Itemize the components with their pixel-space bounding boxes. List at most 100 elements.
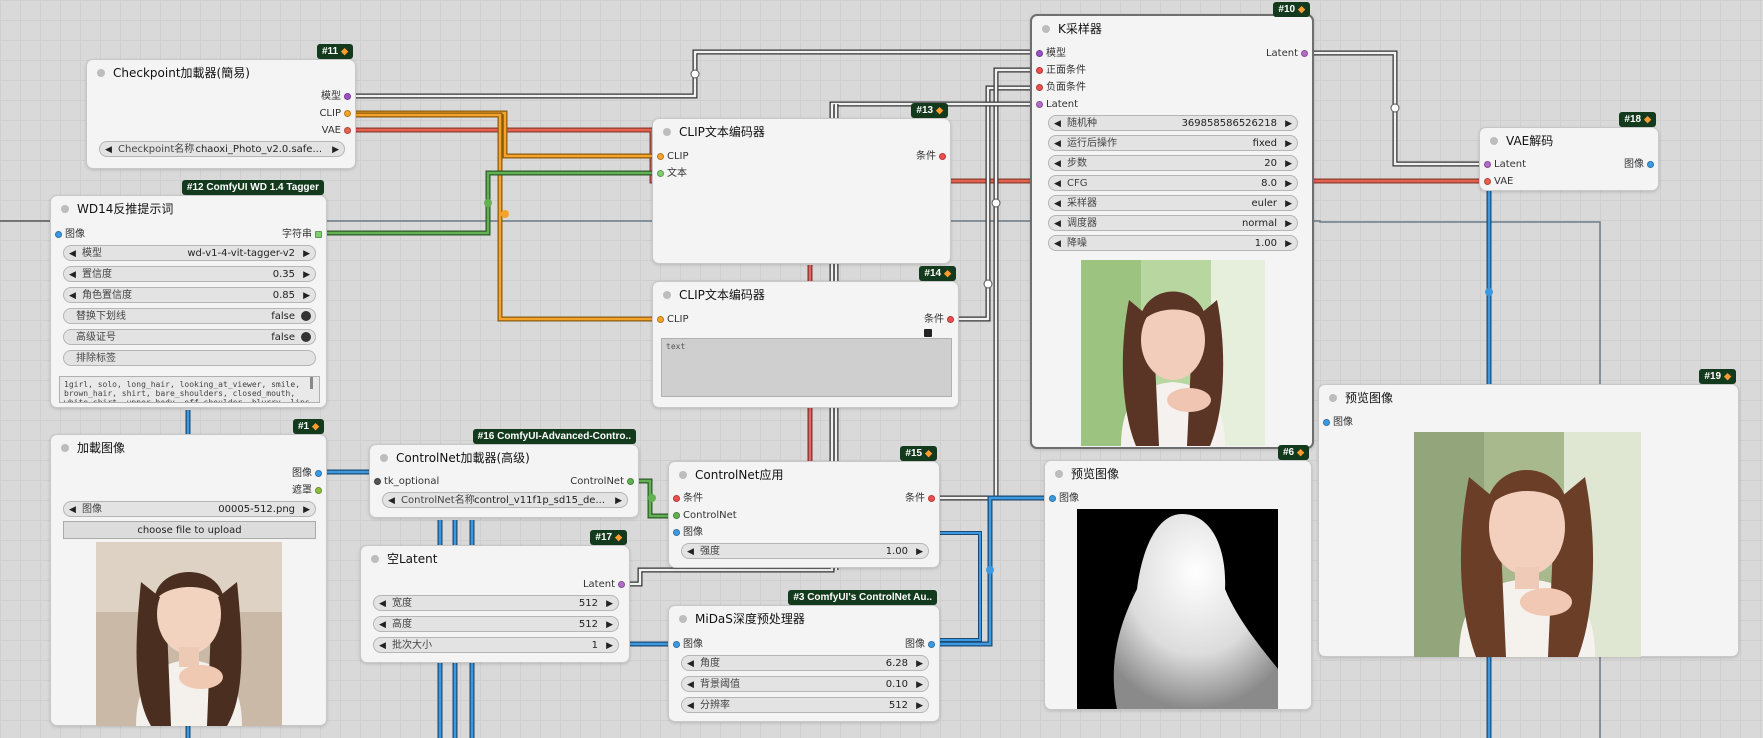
input-vae[interactable]: VAE <box>1480 175 1513 189</box>
output-string[interactable]: 字符串 <box>282 228 326 242</box>
input-tk-optional[interactable]: tk_optional <box>370 475 439 489</box>
input-image[interactable]: 图像 <box>1045 492 1079 506</box>
prompt-textarea[interactable]: text <box>661 338 952 397</box>
node-title[interactable]: 预览图像 <box>1045 461 1311 487</box>
node-title[interactable]: ControlNet加載器(高级) <box>370 445 638 471</box>
bg-threshold-number[interactable]: ◀ 背景阈值 0.10 ▶ <box>681 676 929 692</box>
widget-toggle-checkbox[interactable] <box>924 329 932 337</box>
arrow-left-icon: ◀ <box>1054 239 1061 249</box>
checkpoint-combo[interactable]: ◀ Checkpoint名称 chaoxi_Photo_v2.0.safe...… <box>99 141 345 157</box>
input-latent[interactable]: Latent <box>1032 98 1078 112</box>
output-image[interactable]: 图像 <box>292 467 326 481</box>
collapse-dot-icon <box>1329 394 1337 402</box>
slot-dot-icon <box>1301 50 1308 57</box>
wd14-tagger-node[interactable]: #12 ComfyUI WD 1.4 Tagger WD14反推提示词 图像 字… <box>50 180 327 408</box>
slot-dot-icon <box>947 316 954 323</box>
node-title[interactable]: 预览图像 <box>1319 385 1738 411</box>
input-image[interactable]: 图像 <box>1319 416 1353 430</box>
node-title[interactable]: 空Latent <box>361 546 629 572</box>
height-number[interactable]: ◀ 高度 512 ▶ <box>373 616 619 632</box>
input-conditioning[interactable]: 条件 <box>669 492 703 506</box>
node-title[interactable]: VAE解码 <box>1480 128 1658 154</box>
vae-decode-node[interactable]: #18 ◆ VAE解码 Latent VAE 图像 <box>1479 112 1659 191</box>
input-image[interactable]: 图像 <box>669 526 703 540</box>
output-clip[interactable]: CLIP <box>319 107 355 121</box>
ksampler-node[interactable]: #10 ◆ K采样器 模型 正面条件 负面条件 Latent Latent ◀ 随机… <box>1030 2 1314 449</box>
collapse-dot-icon <box>679 615 687 623</box>
output-model[interactable]: 模型 <box>321 90 355 104</box>
upload-button[interactable]: choose file to upload <box>63 521 316 539</box>
tags-output-text[interactable]: 1girl, solo, long_hair, looking_at_viewe… <box>59 376 320 403</box>
output-latent[interactable]: Latent <box>583 578 629 592</box>
midas-depth-node[interactable]: #3 ComfyUI's ControlNet Au.. MiDaS深度预处理器… <box>668 590 940 722</box>
input-controlnet[interactable]: ControlNet <box>669 509 737 523</box>
output-conditioning[interactable]: 条件 <box>905 492 939 506</box>
node-title[interactable]: CLIP文本编码器 <box>653 119 950 145</box>
cfg-number[interactable]: ◀ CFG 8.0 ▶ <box>1048 175 1298 191</box>
node-title[interactable]: K采样器 <box>1032 16 1312 42</box>
clip-text-encode-negative-node[interactable]: #14 ◆ CLIP文本编码器 CLIP 条件 text <box>652 266 959 408</box>
scheduler-combo[interactable]: ◀ 调度器 normal ▶ <box>1048 215 1298 231</box>
image-combo[interactable]: ◀ 图像 00005-512.png ▶ <box>63 501 316 517</box>
output-mask[interactable]: 遮罩 <box>292 484 326 498</box>
controlnet-combo[interactable]: ◀ ControlNet名称 control_v11f1p_sd15_de... ▶ <box>382 492 628 508</box>
node-title[interactable]: MiDaS深度预处理器 <box>669 606 939 632</box>
node-title[interactable]: WD14反推提示词 <box>51 196 326 222</box>
angle-number[interactable]: ◀ 角度 6.28 ▶ <box>681 655 929 671</box>
model-combo[interactable]: ◀ 模型 wd-v1-4-vit-tagger-v2 ▶ <box>63 245 316 261</box>
controlnet-loader-node[interactable]: #16 ComfyUI-Advanced-Contro.. ControlNet… <box>369 429 639 518</box>
output-controlnet[interactable]: ControlNet <box>570 475 638 489</box>
control-after-generate-combo[interactable]: ◀ 运行后操作 fixed ▶ <box>1048 135 1298 151</box>
replace-underscore-toggle[interactable]: 替换下划线 false <box>63 308 316 324</box>
output-vae[interactable]: VAE <box>322 124 355 138</box>
slot-dot-icon <box>928 641 935 648</box>
width-number[interactable]: ◀ 宽度 512 ▶ <box>373 595 619 611</box>
node-title[interactable]: 加載图像 <box>51 435 326 461</box>
input-image[interactable]: 图像 <box>669 638 703 652</box>
checkpoint-loader-node[interactable]: #11 ◆ Checkpoint加載器(簡易) 模型 CLIP VAE ◀ Che… <box>86 44 356 169</box>
scrollbar[interactable] <box>310 377 313 389</box>
seed-number[interactable]: ◀ 随机种 369858586526218 ▶ <box>1048 115 1298 131</box>
strength-number[interactable]: ◀ 强度 1.00 ▶ <box>681 543 929 559</box>
arrow-left-icon: ◀ <box>1054 179 1061 189</box>
character-threshold-number[interactable]: ◀ 角色置信度 0.85 ▶ <box>63 287 316 303</box>
denoise-number[interactable]: ◀ 降噪 1.00 ▶ <box>1048 235 1298 251</box>
collapse-dot-icon[interactable] <box>97 69 105 77</box>
input-latent[interactable]: Latent <box>1480 158 1526 172</box>
output-conditioning[interactable]: 条件 <box>924 313 958 327</box>
steps-number[interactable]: ◀ 步数 20 ▶ <box>1048 155 1298 171</box>
clip-text-encode-positive-node[interactable]: #13 ◆ CLIP文本编码器 CLIP 文本 条件 <box>652 103 951 264</box>
input-negative[interactable]: 负面条件 <box>1032 81 1086 95</box>
node-title[interactable]: CLIP文本编码器 <box>653 282 958 308</box>
arrow-right-icon: ▶ <box>332 145 339 155</box>
preview-image-depth-node[interactable]: #6 ◆ 预览图像 图像 <box>1044 445 1312 710</box>
load-image-node[interactable]: #1 ◆ 加載图像 图像 遮罩 ◀ 图像 00005-512.png ▶ choose … <box>50 419 327 726</box>
node-title[interactable]: Checkpoint加載器(簡易) <box>87 60 355 86</box>
node-title[interactable]: ControlNet应用 <box>669 462 939 488</box>
slot-dot-icon <box>1036 101 1043 108</box>
trailing-comma-toggle[interactable]: 高级证号 false <box>63 329 316 345</box>
batch-size-number[interactable]: ◀ 批次大小 1 ▶ <box>373 637 619 653</box>
arrow-right-icon: ▶ <box>916 701 923 711</box>
input-model[interactable]: 模型 <box>1032 47 1066 61</box>
output-image[interactable]: 图像 <box>905 638 939 652</box>
controlnet-apply-node[interactable]: #15 ◆ ControlNet应用 条件 ControlNet 图像 条件 ◀ 强… <box>668 446 940 568</box>
depth-map-image <box>1077 509 1278 709</box>
empty-latent-node[interactable]: #17 ◆ 空Latent Latent ◀ 宽度 512 ▶ ◀ 高度 512 ▶ ◀ 批次大… <box>360 530 630 663</box>
threshold-number[interactable]: ◀ 置信度 0.35 ▶ <box>63 266 316 282</box>
output-latent[interactable]: Latent <box>1266 47 1312 61</box>
output-conditioning[interactable]: 条件 <box>916 150 950 164</box>
slot-dot-icon <box>673 495 680 502</box>
sampler-combo[interactable]: ◀ 采样器 euler ▶ <box>1048 195 1298 211</box>
collapse-dot-icon <box>1055 470 1063 478</box>
input-text[interactable]: 文本 <box>653 167 687 181</box>
resolution-number[interactable]: ◀ 分辨率 512 ▶ <box>681 697 929 713</box>
preview-image-node[interactable]: #19 ◆ 预览图像 图像 <box>1318 369 1739 657</box>
input-image[interactable]: 图像 <box>51 228 85 242</box>
input-positive[interactable]: 正面条件 <box>1032 64 1086 78</box>
exclude-tags-field[interactable]: 排除标签 <box>63 350 316 366</box>
input-clip[interactable]: CLIP <box>653 150 689 164</box>
output-image[interactable]: 图像 <box>1624 158 1658 172</box>
slot-dot-icon <box>1049 495 1056 502</box>
input-clip[interactable]: CLIP <box>653 313 689 327</box>
